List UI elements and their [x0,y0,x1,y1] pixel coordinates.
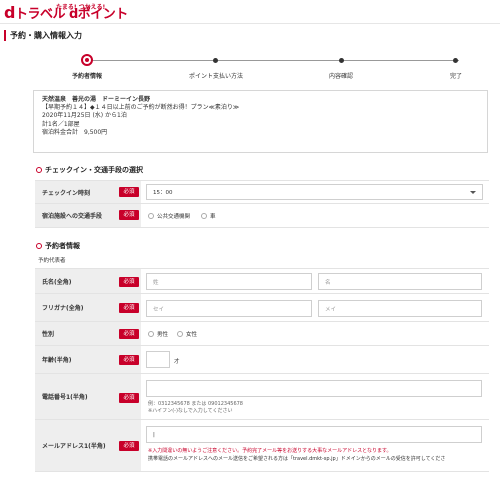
required-badge: 必須 [119,355,139,365]
radio-icon [177,331,183,337]
hotel-name: 天然温泉 善光の湯 ドーミーイン長野 [42,96,151,103]
reserver-subtitle: 予約代表者 [38,258,66,264]
step-label-4: 完了 [449,73,463,80]
required-badge: 必須 [119,187,139,197]
checkin-time-row: チェックイン時刻 必須 15：00 [35,180,489,204]
age-row: 年齢(半角) 必須 才 [35,346,489,374]
email-note: 携帯電話のメールアドレスへのメール送信をご希望される方は「travel.dmkt… [148,456,446,462]
page-title-bar: 予約・購入情報入力 [0,27,500,44]
first-name-input[interactable]: 名 [318,273,482,290]
step-current-marker [81,54,93,66]
step-label-2: ポイント支払い方法 [188,73,244,80]
age-unit: 才 [174,359,180,365]
transport-car-radio[interactable]: 車 [201,212,216,220]
chevron-down-icon [470,191,476,194]
kana-last-input[interactable]: セイ [146,300,312,317]
guest-count: 計1名／1部屋 [42,120,80,128]
step-label-1: 予約者情報 [71,73,103,80]
last-name-input[interactable]: 姓 [146,273,312,290]
step-label-3: 内容確認 [328,73,354,80]
phone-example: 例：0312345678 または 09012345678 [148,401,243,407]
radio-icon [201,213,207,219]
section-ring-icon [36,243,42,249]
step-dot-3 [339,58,344,63]
step-dot-4 [453,58,458,63]
email-warning: ※入力間違いの無いようご注意ください。予約完了メール等をお送りする大事なメールア… [148,448,392,454]
page-title: 予約・購入情報入力 [10,31,82,40]
radio-icon [148,213,154,219]
stay-date: 2020年11月25日 (水) から1泊 [42,112,127,120]
checkin-section-title: チェックイン・交通手段の選択 [36,165,143,175]
gender-male-radio[interactable]: 男性 [148,330,168,338]
step-dot-2 [213,58,218,63]
total-price: 宿泊料金合計 9,500円 [42,128,108,136]
logo-tagline: たまる! つかえる! [56,4,106,11]
radio-icon [148,331,154,337]
kana-row: フリガナ(全角) 必須 セイ メイ [35,294,489,322]
phone-row: 電話番号1(半角) 必須 例：0312345678 または 0901234567… [35,374,489,420]
kana-first-input[interactable]: メイ [318,300,482,317]
transport-row: 宿泊施設への交通手段 必須 公共交通機関 車 [35,204,489,228]
phone-input[interactable] [146,380,482,397]
stepper-line [87,60,459,61]
required-badge: 必須 [119,441,139,451]
gender-female-radio[interactable]: 女性 [177,330,197,338]
required-badge: 必須 [119,393,139,403]
checkin-time-select[interactable]: 15：00 [146,184,483,200]
name-row: 氏名(全角) 必須 姓 名 [35,268,489,294]
email-row: メールアドレス1(半角) 必須 | ※入力間違いの無いようご注意ください。予約完… [35,420,489,472]
required-badge: 必須 [119,210,139,220]
section-ring-icon [36,167,42,173]
title-accent [4,30,6,41]
gender-row: 性別 必須 男性 女性 [35,322,489,346]
age-input[interactable] [146,351,170,368]
transport-public-radio[interactable]: 公共交通機関 [148,212,190,220]
required-badge: 必須 [119,277,139,287]
reserver-section-title: 予約者情報 [36,241,80,251]
required-badge: 必須 [119,303,139,313]
site-header: dトラベル dポイント たまる! つかえる! [0,0,500,24]
phone-note: ※ハイフン(-)なしで入力してください [148,408,233,414]
plan-summary-box: 天然温泉 善光の湯 ドーミーイン長野 【早期予約１４】◆１４日以上前のご予約が断… [33,90,488,153]
email-input[interactable]: | [146,426,482,443]
required-badge: 必須 [119,329,139,339]
